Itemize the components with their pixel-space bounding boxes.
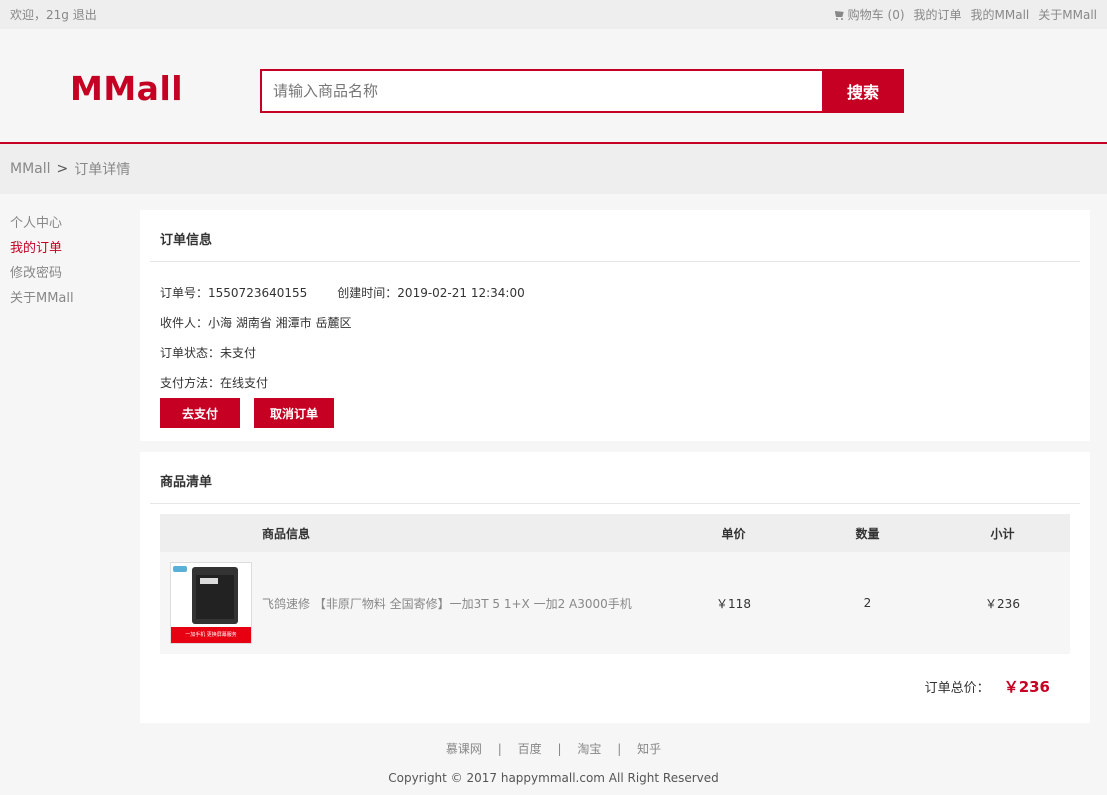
breadcrumb-separator: > — [56, 161, 69, 177]
order-number-label: 订单号： — [160, 286, 209, 300]
about-link[interactable]: 关于MMall — [1038, 6, 1097, 23]
column-header-info: 商品信息 — [262, 526, 311, 541]
cart-icon — [834, 11, 845, 20]
column-header-quantity: 数量 — [855, 526, 880, 541]
header: MMall 搜索 — [0, 29, 1107, 144]
sidebar-item-change-password[interactable]: 修改密码 — [10, 261, 130, 286]
order-info-title: 订单信息 — [150, 210, 1080, 262]
footer-separator: | — [497, 742, 502, 756]
footer-link-taobao[interactable]: 淘宝 — [577, 742, 601, 756]
phone-image-icon — [192, 567, 238, 624]
order-info-details: 订单号：1550723640155 创建时间：2019-02-21 12:34:0… — [140, 262, 1090, 428]
search-bar: 搜索 — [260, 69, 904, 113]
my-orders-link[interactable]: 我的订单 — [914, 6, 962, 23]
copyright: Copyright © 2017 happymmall.com All Righ… — [388, 771, 719, 785]
product-list-panel: 商品清单 商品信息 单价 数量 小计 一加手机 更换屏幕服务 飞鸽速修 【非原厂… — [140, 452, 1090, 723]
footer-link-baidu[interactable]: 百度 — [518, 742, 542, 756]
column-header-price: 单价 — [721, 526, 746, 541]
logo[interactable]: MMall — [70, 69, 183, 108]
breadcrumb: MMall > 订单详情 — [0, 144, 1107, 194]
table-header: 商品信息 单价 数量 小计 — [160, 514, 1070, 552]
sidebar-item-my-orders[interactable]: 我的订单 — [10, 236, 130, 261]
order-number-row: 订单号：1550723640155 创建时间：2019-02-21 12:34:0… — [160, 278, 1070, 308]
breadcrumb-current: 订单详情 — [74, 162, 131, 178]
status-row: 订单状态：未支付 — [160, 338, 1070, 368]
status-label: 订单状态： — [160, 346, 221, 360]
logout-link[interactable]: 退出 — [73, 8, 97, 22]
product-image-banner: 一加手机 更换屏幕服务 — [171, 627, 251, 643]
order-info-panel: 订单信息 订单号：1550723640155 创建时间：2019-02-21 12… — [140, 210, 1090, 441]
receiver-label: 收件人： — [160, 316, 209, 330]
product-list-title: 商品清单 — [150, 452, 1080, 504]
receiver: 小海 湖南省 湘潭市 岳麓区 — [208, 316, 352, 330]
created-time-label: 创建时间： — [337, 286, 398, 300]
quantity: 2 — [863, 596, 872, 610]
footer-separator: | — [617, 742, 622, 756]
order-total-label: 订单总价： — [924, 681, 990, 696]
order-total: 订单总价： ￥236 — [925, 676, 1050, 697]
product-thumbnail[interactable]: 一加手机 更换屏幕服务 — [170, 562, 252, 644]
breadcrumb-home[interactable]: MMall — [10, 161, 51, 177]
welcome-text: 欢迎，21g — [10, 8, 69, 22]
top-nav-left: 欢迎，21g 退出 — [10, 6, 97, 23]
footer-link-imooc[interactable]: 慕课网 — [446, 742, 482, 756]
footer-links: 慕课网 | 百度 | 淘宝 | 知乎 — [0, 740, 1107, 757]
sidebar: 个人中心 我的订单 修改密码 关于MMall — [10, 211, 130, 311]
cart-count: (0) — [887, 8, 905, 22]
product-info-cell: 一加手机 更换屏幕服务 飞鸽速修 【非原厂物料 全国寄修】一加3T 5 1+X … — [160, 562, 667, 644]
sidebar-item-user-center[interactable]: 个人中心 — [10, 211, 130, 236]
payment-row: 支付方法：在线支付 — [160, 368, 1070, 398]
column-header-subtotal: 小计 — [990, 526, 1015, 541]
search-button[interactable]: 搜索 — [822, 69, 904, 113]
footer-separator: | — [557, 742, 562, 756]
order-status: 未支付 — [220, 346, 257, 360]
product-name-link[interactable]: 飞鸽速修 【非原厂物料 全国寄修】一加3T 5 1+X 一加2 A3000手机 — [262, 595, 632, 612]
payment-label: 支付方法： — [160, 376, 221, 390]
product-table: 商品信息 单价 数量 小计 一加手机 更换屏幕服务 飞鸽速修 【非原厂物料 全国… — [160, 514, 1070, 654]
unit-price: ￥118 — [716, 596, 751, 611]
top-nav: 欢迎，21g 退出 购物车 (0) 我的订单 我的MMall 关于MMall — [0, 0, 1107, 29]
receiver-row: 收件人：小海 湖南省 湘潭市 岳麓区 — [160, 308, 1070, 338]
cart-link[interactable]: 购物车 (0) — [834, 6, 905, 23]
cart-label: 购物车 — [847, 8, 884, 22]
table-row: 一加手机 更换屏幕服务 飞鸽速修 【非原厂物料 全国寄修】一加3T 5 1+X … — [160, 552, 1070, 654]
footer-link-zhihu[interactable]: 知乎 — [637, 742, 661, 756]
order-actions: 去支付 取消订单 — [160, 398, 1070, 428]
order-number: 1550723640155 — [208, 286, 308, 300]
my-mmall-link[interactable]: 我的MMall — [971, 6, 1030, 23]
search-input[interactable] — [260, 69, 822, 113]
sidebar-item-about[interactable]: 关于MMall — [10, 286, 130, 311]
order-total-amount: ￥236 — [1003, 678, 1050, 696]
top-nav-right: 购物车 (0) 我的订单 我的MMall 关于MMall — [834, 6, 1097, 23]
pay-button[interactable]: 去支付 — [160, 398, 240, 428]
cancel-order-button[interactable]: 取消订单 — [254, 398, 334, 428]
created-time: 2019-02-21 12:34:00 — [397, 286, 525, 300]
payment-method: 在线支付 — [220, 376, 269, 390]
brand-mark-icon — [173, 566, 187, 572]
subtotal: ￥236 — [985, 596, 1020, 611]
